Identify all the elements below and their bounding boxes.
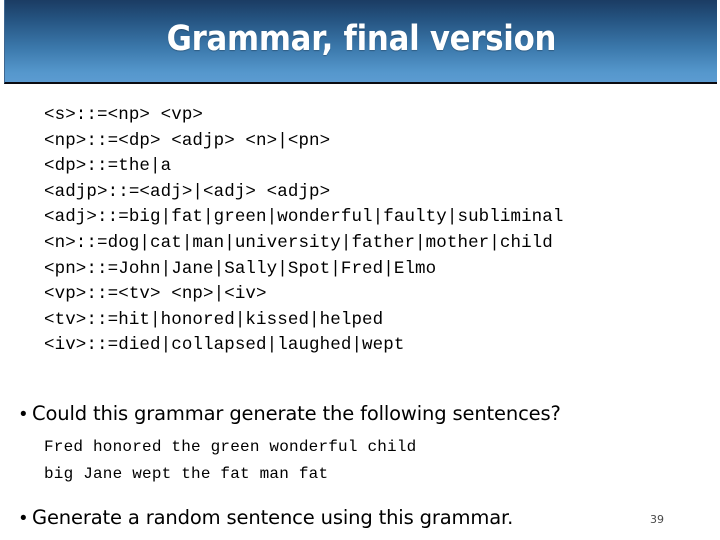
page-title: Grammar, final version: [166, 18, 556, 59]
title-banner: Grammar, final version: [4, 0, 717, 84]
bullet-dot-icon: [20, 405, 32, 424]
slide-canvas: Grammar, final version <s>::=<np> <vp> <…: [0, 0, 720, 540]
bullet-question-label: Could this grammar generate the followin…: [32, 402, 561, 425]
grammar-rule-line: <n>::=dog|cat|man|university|father|moth…: [44, 232, 553, 253]
grammar-rule-line: <pn>::=John|Jane|Sally|Spot|Fred|Elmo: [44, 258, 437, 279]
bullet-item-generate: Generate a random sentence using this gr…: [20, 507, 513, 529]
grammar-rule-line: <np>::=<dp> <adjp> <n>|<pn>: [44, 130, 331, 151]
bullet-item-question: Could this grammar generate the followin…: [20, 403, 561, 425]
grammar-rule-line: <vp>::=<tv> <np>|<iv>: [44, 284, 267, 305]
bullet-dot-icon: [20, 509, 32, 528]
page-number: 39: [650, 513, 664, 526]
example-sentence-2: big Jane wept the fat man fat: [44, 465, 329, 483]
grammar-rule-line: <dp>::=the|a: [44, 156, 172, 177]
grammar-rule-line: <adjp>::=<adj>|<adj> <adjp>: [44, 181, 331, 202]
grammar-rule-line: <s>::=<np> <vp>: [44, 105, 204, 125]
grammar-rule-line: <iv>::=died|collapsed|laughed|wept: [44, 335, 405, 356]
grammar-rules-block: <s>::=<np> <vp> <np>::=<dp> <adjp> <n>|<…: [44, 103, 684, 359]
grammar-rule-line: <adj>::=big|fat|green|wonderful|faulty|s…: [44, 207, 564, 228]
grammar-rule-line: <tv>::=hit|honored|kissed|helped: [44, 309, 384, 330]
example-sentence-1: Fred honored the green wonderful child: [44, 438, 417, 456]
bullet-generate-label: Generate a random sentence using this gr…: [32, 506, 514, 529]
